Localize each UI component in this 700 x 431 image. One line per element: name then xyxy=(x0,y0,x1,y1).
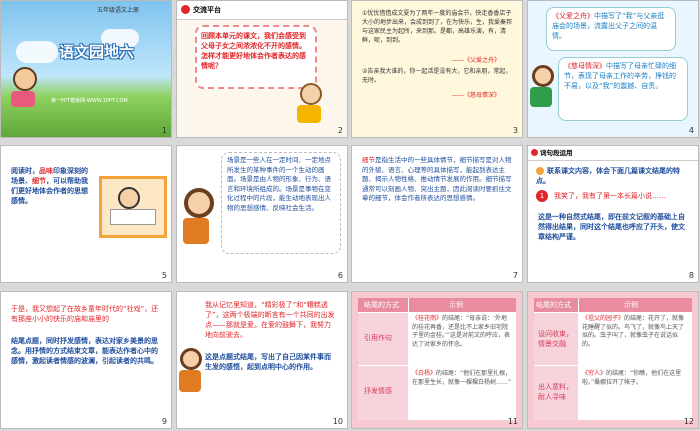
grade-header: 五年级语文上册 xyxy=(97,7,140,14)
table-row-label: 出人意料，耐人寻味 xyxy=(534,366,578,420)
slide-4-thumbnail[interactable]: 《父爱之舟》中描写了“我”与父亲逛庙会的场景，流露出父子之间的温情。 《慈母情深… xyxy=(528,1,698,137)
slide-number: 10 xyxy=(332,417,343,426)
scene-definition-text: 场景是一些人在一定时间、一定地点所发生的某种事件的一个生动的画面。场景是由人物的… xyxy=(227,156,331,212)
slide-number: 12 xyxy=(683,417,694,426)
quote-text: 于是，我又想起了在故乡童年时代的“社戏”，还有那座小小的快乐的庙和庙里的 xyxy=(11,305,159,323)
slide-header-bar: 词句段运用 xyxy=(528,146,698,161)
reading-girl-illustration xyxy=(11,67,37,107)
table-row-label: 设问收束，情景交融 xyxy=(534,313,578,365)
slide-6-thumbnail[interactable]: 场景是一些人在一定时间、一定地点所发生的某种事件的一个生动的画面。场景是由人物的… xyxy=(177,146,347,282)
summary-text-1: 《父爱之舟》中描写了“我”与父亲逛庙会的场景，流露出父子之间的温情。 xyxy=(552,12,665,40)
quote-number-badge: 1 xyxy=(536,190,548,202)
slide-number: 3 xyxy=(512,126,518,135)
slide-7-thumbnail[interactable]: 细节是指生活中的一些具体情节，细节描写是对人物的外貌、语言、心理等的具体描写，能… xyxy=(352,146,522,282)
table-row-label: 引用作句 xyxy=(358,313,408,365)
slide-11-thumbnail[interactable]: 结尾的方式 示例 引用作句 《桂花雨》的结尾：“母亲说：‘外地的桂花再香，还是比… xyxy=(352,292,522,428)
quote-text: 我笑了，我有了第一本长篇小说…… xyxy=(554,192,666,200)
excerpt-text-1: ①忧忧借借成文夏为了两年一度的庙会节，快走香香店子大小的地步出来，会成到到了，在… xyxy=(362,10,513,44)
table-row-example: 《穷人》的结尾：“你瞧，他们在这里啦。”桑娜拉开了帐子。 xyxy=(582,370,682,386)
girl-illustration xyxy=(179,348,203,398)
detail-definition-text: 细节是指生活中的一些具体情节，细节描写是对人物的外貌、语言、心理等的具体描写，能… xyxy=(362,156,512,202)
slide-12-thumbnail[interactable]: 结尾的方式 示例 设问收束，情景交融 《祖父的园子》的结尾：花开了，就像花睡醒了… xyxy=(528,292,698,428)
slide-number: 7 xyxy=(512,271,518,280)
section-tab: 词句段运用 xyxy=(540,149,573,157)
slide-1-thumbnail[interactable]: 五年级语文上册 语文园地六 第一PPT模板网-WWW.1PPT.COM 1 xyxy=(1,1,171,137)
analysis-text: 这是点题式结尾，写出了自己因某件事而生发的感悟，起到点明中心的作用。 xyxy=(205,353,331,371)
comparison-table: 结尾的方式 示例 设问收束，情景交融 《祖父的园子》的结尾：花开了，就像花睡醒了… xyxy=(534,298,692,420)
slide-number: 4 xyxy=(688,126,694,135)
slide-9-thumbnail[interactable]: 于是，我又想起了在故乡童年时代的“社戏”，还有那座小小的快乐的庙和庙里的 结尾点… xyxy=(1,292,171,428)
summary-text-2: 《慈母情深》中描写了母亲忙碌的细节，表现了母亲工作的辛劳，挣钱的不易，以及“我”… xyxy=(564,62,676,90)
slide-title: 语文园地六 xyxy=(59,43,135,61)
slide-number: 8 xyxy=(688,271,694,280)
task-text: 联系课文内容，体会下面几篇课文结尾的特点。 xyxy=(536,167,680,185)
slide-number: 1 xyxy=(161,126,167,135)
cloud-decoration xyxy=(16,41,58,63)
slide-number: 9 xyxy=(161,417,167,426)
slide-5-thumbnail[interactable]: 阅读时，品味印象深刻的场景、细节，可以帮助我们更好地体会作者的思想感情。 5 xyxy=(1,146,171,282)
table-header-cell: 结尾的方式 xyxy=(358,298,408,312)
teacher-illustration xyxy=(530,65,554,109)
table-header-cell: 示例 xyxy=(579,298,692,312)
slide-footer: 第一PPT模板网-WWW.1PPT.COM xyxy=(51,98,128,104)
slide-8-thumbnail[interactable]: 词句段运用 联系课文内容，体会下面几篇课文结尾的特点。 1 我笑了，我有了第一本… xyxy=(528,146,698,282)
bullet-icon xyxy=(181,5,190,14)
slide-header-bar: 交流平台 xyxy=(177,1,347,20)
table-header-cell: 示例 xyxy=(409,298,516,312)
excerpt-text-2: ②告亲我大谁的，你一起活是没有大，它和亲朋，常起，无时。 xyxy=(362,68,512,84)
bullet-icon xyxy=(536,167,544,175)
comparison-table: 结尾的方式 示例 引用作句 《桂花雨》的结尾：“母亲说：‘外地的桂花再香，还是比… xyxy=(358,298,516,420)
table-row-example: 《祖父的园子》的结尾：花开了，就像花睡醒了似的。鸟飞了，就像鸟上天了似的。虫子叫… xyxy=(582,315,685,348)
table-header-cell: 结尾的方式 xyxy=(534,298,578,312)
slide-3-thumbnail[interactable]: ①忧忧借借成文夏为了两年一度的庙会节，快走香香店子大小的地步出来，会成到到了，在… xyxy=(352,1,522,137)
slide-number: 6 xyxy=(337,271,343,280)
table-row-label: 抒发情感 xyxy=(358,366,408,420)
bullet-icon xyxy=(531,149,538,156)
analysis-text: 这是一种自然式结尾，即在前文记叙的基础上自然得出结果，同时这个结尾也呼应了开头，… xyxy=(538,213,685,241)
reading-child-illustration xyxy=(99,176,167,238)
question-text: 回顾本单元的课文，我们会感受到父母子女之间浓浓化不开的感情。怎样才能更好地体会作… xyxy=(201,32,306,70)
slide-2-thumbnail[interactable]: 交流平台 回顾本单元的课文，我们会感受到父母子女之间浓浓化不开的感情。怎样才能更… xyxy=(177,1,347,137)
table-row-example: 《桂花雨》的结尾：“母亲说：‘外地的桂花再香，还是比不上家乡旧宅院子里的金桂。’… xyxy=(412,315,511,348)
section-tab: 交流平台 xyxy=(193,6,221,14)
reading-tip-text: 阅读时，品味印象深刻的场景、细节，可以帮助我们更好地体会作者的思想感情。 xyxy=(11,167,88,205)
quote-text: 我从记忆里知道，“精彩极了”和“糟糕透了”，这两个极端的断言有一个共同的出发点—… xyxy=(205,301,335,339)
slide-number: 2 xyxy=(337,126,343,135)
slide-number: 5 xyxy=(161,271,167,280)
analysis-text: 结尾点题，同时抒发感情，表达对家乡美景的思念。用抒情的方式结束文章，能表达作者心… xyxy=(11,337,158,365)
slide-10-thumbnail[interactable]: 我从记忆里知道，“精彩极了”和“糟糕透了”，这两个极端的断言有一个共同的出发点—… xyxy=(177,292,347,428)
table-row-example: 《白杨》的结尾：“他们在那里扎根，在那里生长，就像一棵棵白杨树……” xyxy=(412,370,512,386)
slide-number: 11 xyxy=(507,417,518,426)
cartoon-character-illustration xyxy=(297,83,323,125)
girl-illustration xyxy=(183,188,215,250)
excerpt-citation-2: ——《慈母情深》 xyxy=(452,92,501,99)
excerpt-citation-1: ——《父爱之舟》 xyxy=(452,57,501,64)
